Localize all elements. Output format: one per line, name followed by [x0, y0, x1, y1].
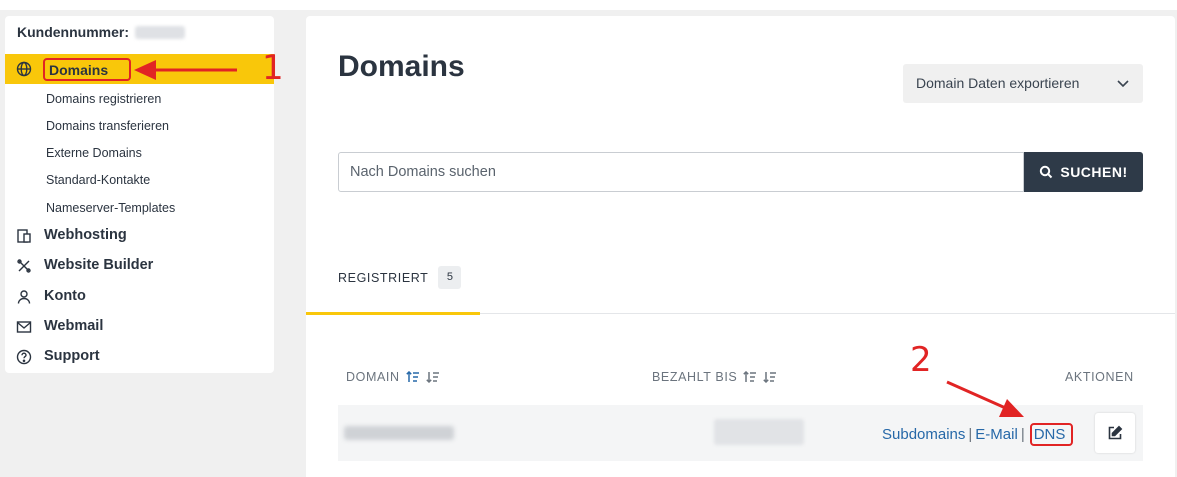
- row-action-links: Subdomains | E-Mail | DNS: [882, 423, 1074, 446]
- mail-icon: [16, 321, 32, 333]
- webhosting-icon: [17, 229, 31, 243]
- sort-descending-icon[interactable]: [763, 371, 777, 383]
- column-header-actions: AKTIONEN: [1065, 370, 1134, 384]
- top-bar: [0, 0, 1177, 10]
- tab-label: REGISTRIERT: [338, 270, 429, 285]
- table-row: Subdomains | E-Mail | DNS: [338, 405, 1143, 461]
- tab-registriert[interactable]: REGISTRIERT 5: [338, 266, 462, 289]
- dns-link[interactable]: DNS: [1029, 423, 1074, 446]
- customer-number-value-redacted: [135, 25, 185, 39]
- sort-ascending-icon[interactable]: [743, 371, 757, 383]
- tab-count-badge: 5: [438, 266, 462, 289]
- search-input[interactable]: [338, 152, 1024, 192]
- sidebar-item-label: Webmail: [44, 318, 104, 334]
- search-icon: [1040, 165, 1053, 179]
- email-link[interactable]: E-Mail: [975, 426, 1018, 443]
- sidebar-subitem-domains-transferieren[interactable]: Domains transferieren: [46, 119, 169, 133]
- subdomains-link[interactable]: Subdomains: [882, 426, 965, 443]
- sort-ascending-icon[interactable]: [405, 371, 420, 383]
- column-header-paid-until[interactable]: BEZAHLT BIS: [652, 370, 777, 384]
- page-title: Domains: [338, 50, 465, 83]
- sidebar-item-label: Domains: [43, 58, 131, 81]
- annotation-step-1: 1: [262, 48, 284, 88]
- sidebar-subitem-nameserver-templates[interactable]: Nameserver-Templates: [46, 201, 175, 215]
- sidebar-item-konto[interactable]: Konto: [5, 285, 274, 309]
- sidebar-item-label: Konto: [44, 288, 86, 304]
- main-panel: Domains Domain Daten exportieren SUCHEN!…: [306, 16, 1175, 477]
- sidebar-subitem-standard-kontakte[interactable]: Standard-Kontakte: [46, 173, 150, 187]
- sidebar-item-support[interactable]: Support: [5, 345, 274, 369]
- edit-button[interactable]: [1095, 413, 1135, 453]
- tools-icon: [17, 259, 31, 273]
- link-separator: |: [968, 426, 973, 443]
- sidebar-subitem-domains-registrieren[interactable]: Domains registrieren: [46, 92, 161, 106]
- sidebar-item-website-builder[interactable]: Website Builder: [5, 254, 274, 278]
- sidebar-item-domains[interactable]: Domains: [5, 54, 274, 84]
- user-icon: [17, 290, 31, 304]
- globe-icon: [16, 61, 32, 77]
- paid-until-redacted: [714, 419, 804, 445]
- export-dropdown-label: Domain Daten exportieren: [916, 75, 1080, 91]
- tab-active-indicator: [306, 312, 480, 315]
- sidebar-item-label: Website Builder: [44, 257, 154, 273]
- help-icon: [16, 349, 32, 365]
- column-header-domain[interactable]: DOMAIN: [346, 370, 440, 384]
- search-button-label: SUCHEN!: [1060, 164, 1128, 180]
- column-header-label: DOMAIN: [346, 370, 400, 384]
- column-header-label: AKTIONEN: [1065, 370, 1134, 384]
- sidebar: Kundennummer: Domains Domains registrier…: [5, 16, 274, 373]
- edit-icon: [1108, 425, 1123, 440]
- search-button[interactable]: SUCHEN!: [1024, 152, 1143, 192]
- domain-name-redacted: [344, 426, 454, 440]
- column-header-label: BEZAHLT BIS: [652, 370, 738, 384]
- sidebar-item-label: Support: [44, 348, 100, 364]
- customer-number: Kundennummer:: [17, 24, 185, 40]
- customer-number-label: Kundennummer:: [17, 24, 129, 40]
- sidebar-item-label: Webhosting: [44, 227, 127, 243]
- sidebar-subitem-externe-domains[interactable]: Externe Domains: [46, 146, 142, 160]
- export-dropdown[interactable]: Domain Daten exportieren: [903, 64, 1143, 103]
- sidebar-item-webhosting[interactable]: Webhosting: [5, 224, 274, 248]
- link-separator: |: [1020, 426, 1025, 443]
- annotation-step-2: 2: [910, 340, 932, 380]
- chevron-down-icon: [1117, 80, 1129, 88]
- sidebar-item-webmail[interactable]: Webmail: [5, 315, 274, 339]
- sort-descending-icon[interactable]: [425, 371, 440, 383]
